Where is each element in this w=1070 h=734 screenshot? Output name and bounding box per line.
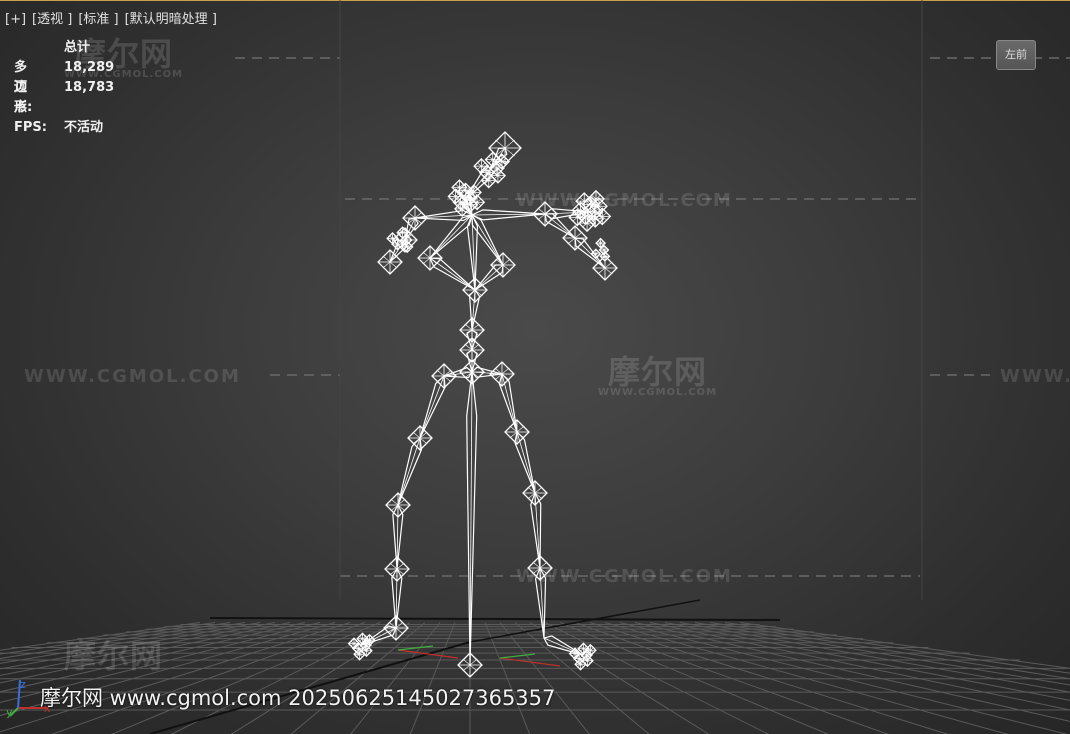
watermark-logo: 摩尔网 WWW.CGMOL.COM: [598, 356, 717, 398]
viewcube-icon[interactable]: 左前: [996, 40, 1036, 70]
viewport-standard-menu[interactable]: [标准 ]: [78, 12, 118, 27]
world-axes: [149, 599, 781, 734]
pivot-x-axis: [397, 649, 459, 659]
watermark-logo-cn: 摩尔网: [64, 637, 164, 675]
pivot-y-axis: [499, 653, 536, 659]
bone-axis: [543, 637, 584, 656]
watermark-logo-en: WWW.CGMOL.COM: [598, 387, 718, 398]
watermark-url: WWW.CGMOL.COM: [1000, 366, 1070, 387]
credit-watermark: 摩尔网 www.cgmol.com 20250625145027365357: [40, 686, 556, 710]
perspective-viewport[interactable]: zxy [+] [透视 ] [标准 ] [默认明暗处理 ] 总计 多边形: 18,289…: [0, 0, 1070, 734]
wireframe-skeleton[interactable]: [347, 131, 618, 678]
watermark-url: WWW.CGMOL.COM: [516, 190, 733, 211]
watermark-logo-en: WWW.CGMOL.COM: [64, 69, 184, 80]
viewport-shading-menu[interactable]: [默认明暗处理 ]: [125, 12, 217, 27]
watermark-logo: 摩尔网: [64, 640, 163, 672]
watermark-url: WWW.CGMOL.COM: [24, 366, 241, 387]
viewport-plus-menu[interactable]: [+]: [5, 12, 26, 27]
gizmo-y-label: y: [6, 706, 13, 719]
watermark-logo-cn: 摩尔网: [608, 353, 708, 391]
watermark-url: WWW.CGMOL.COM: [516, 566, 733, 587]
fps-label: FPS:: [14, 120, 47, 135]
viewport-perspective-menu[interactable]: [透视 ]: [32, 12, 72, 27]
watermark-logo: 摩尔网 WWW.CGMOL.COM: [64, 38, 183, 80]
bone-axis: [397, 437, 421, 506]
world-axis-line: [469, 599, 701, 643]
vertices-label: 顶点:: [14, 80, 33, 115]
fps-value: 不活动: [64, 120, 104, 135]
world-axis-line: [209, 617, 781, 621]
gizmo-z-label: z: [20, 678, 26, 691]
vertices-value: 18,783: [64, 80, 115, 95]
watermark-logo-cn: 摩尔网: [74, 35, 174, 73]
viewport-label-menu[interactable]: [+] [透视 ] [标准 ] [默认明暗处理 ]: [5, 8, 223, 27]
